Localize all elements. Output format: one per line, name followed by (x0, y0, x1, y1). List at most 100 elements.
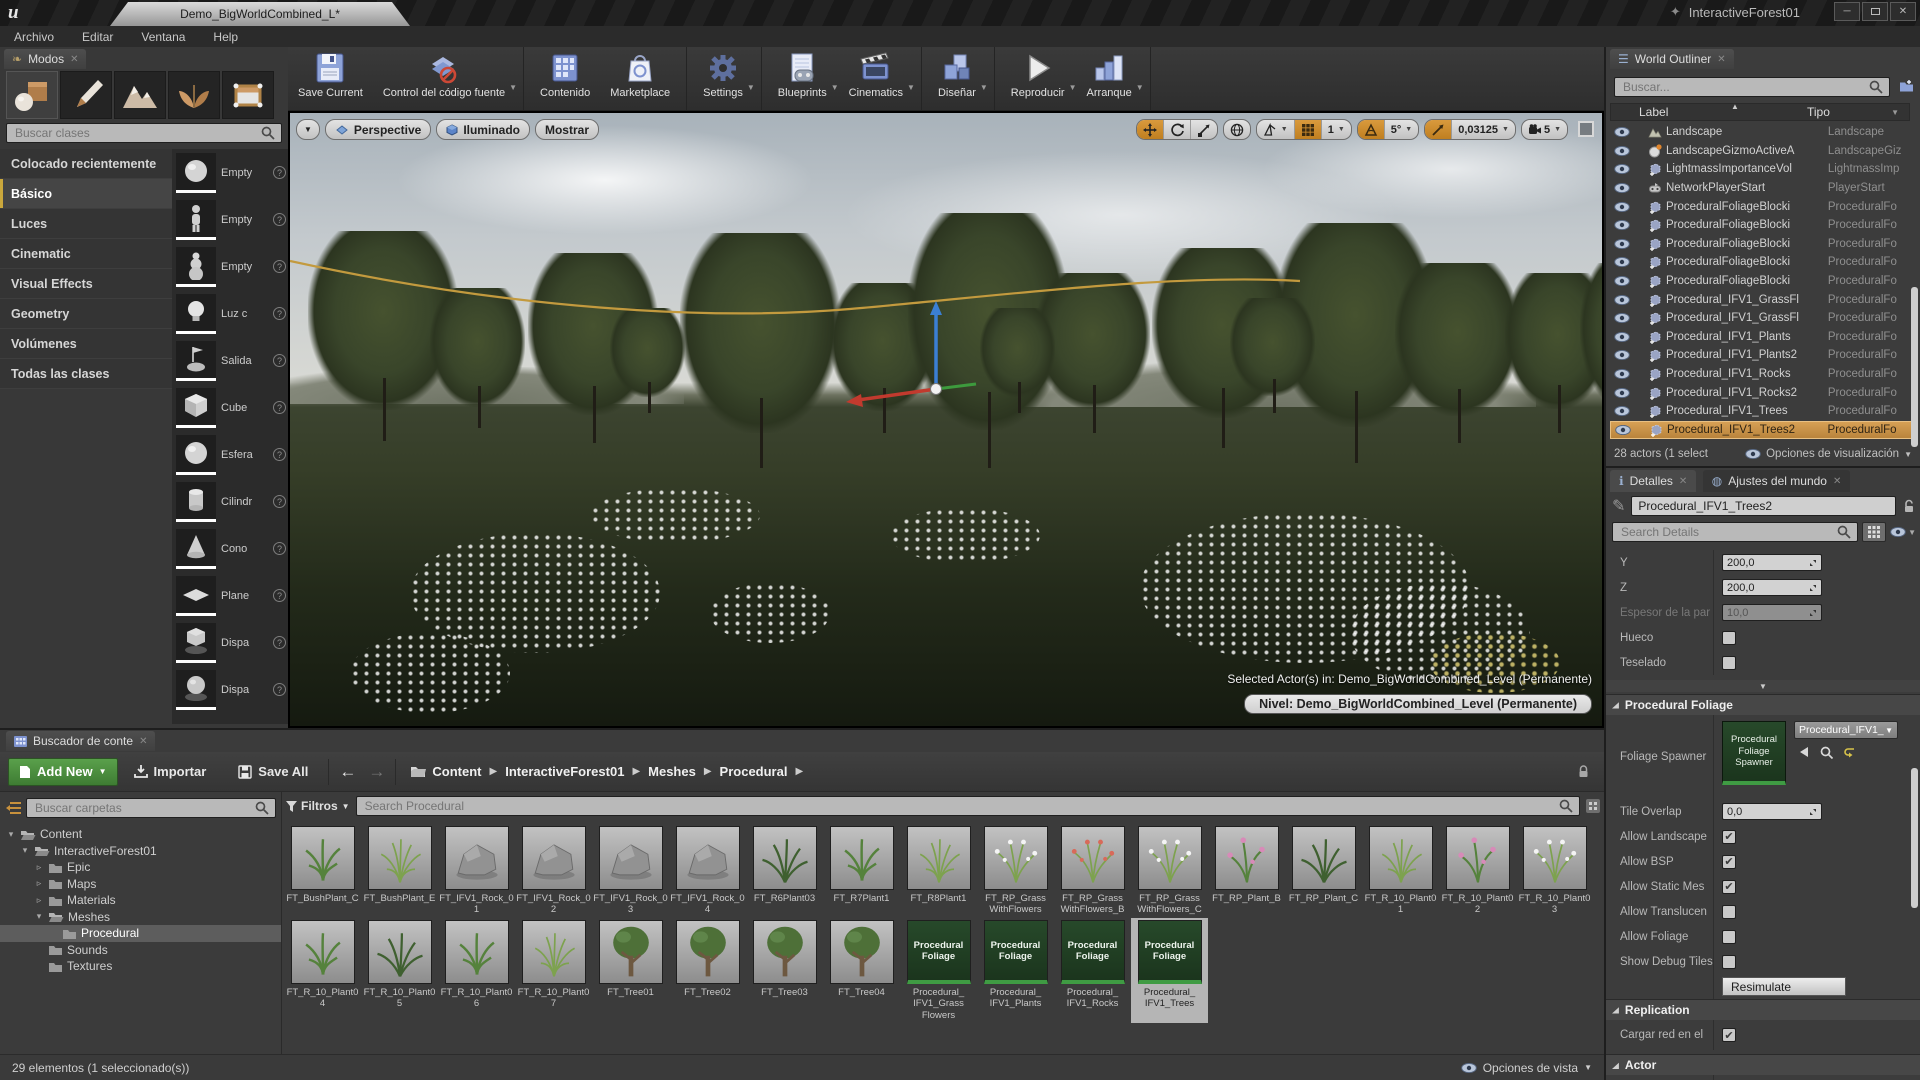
settings-button[interactable]: Settings (693, 47, 753, 110)
outliner-row[interactable]: ProceduralFoliageBlockiProceduralFo (1610, 216, 1918, 235)
outliner-row[interactable]: Procedural_IFV1_Plants2ProceduralFo (1610, 346, 1918, 365)
section-header-replication[interactable]: ◢Replication (1606, 999, 1920, 1020)
browse-to-icon[interactable] (1820, 746, 1833, 759)
perspective-button[interactable]: Perspective (325, 119, 431, 140)
property-matrix-icon[interactable] (1862, 522, 1886, 542)
eye-icon[interactable] (1614, 276, 1630, 286)
translate-tool[interactable] (1137, 120, 1163, 139)
folder-search[interactable] (26, 798, 276, 818)
outliner-row[interactable]: Procedural_IFV1_GrassFlProceduralFo (1610, 309, 1918, 328)
asset-ft-rp-grass-withflowers-c[interactable]: FT_RP_Grass WithFlowers_C (1131, 824, 1208, 918)
outliner-scrollbar[interactable] (1911, 287, 1918, 447)
eye-icon[interactable] (1614, 369, 1630, 379)
number-field[interactable]: 10,0 (1722, 604, 1822, 621)
asset-ft-tree03[interactable]: FT_Tree03 (746, 918, 823, 1023)
paint-mode-icon[interactable] (60, 71, 112, 119)
checkbox[interactable] (1722, 631, 1736, 645)
eye-icon[interactable] (1614, 202, 1630, 212)
close-icon[interactable]: ✕ (1717, 54, 1725, 65)
number-field[interactable]: 0,0 (1722, 803, 1822, 820)
eye-icon[interactable] (1614, 164, 1630, 174)
folder-maps[interactable]: ▹ Maps (0, 876, 281, 893)
asset-ft-tree02[interactable]: FT_Tree02 (669, 918, 746, 1023)
tab-world-settings[interactable]: ◍ Ajustes del mundo✕ (1703, 470, 1851, 492)
outliner-column-headers[interactable]: Label ▲ Tipo ▼ (1610, 103, 1910, 121)
help-icon[interactable]: ? (273, 589, 286, 602)
help-icon[interactable]: ? (273, 307, 286, 320)
outliner-row[interactable]: Procedural_IFV1_RocksProceduralFo (1610, 365, 1918, 384)
breadcrumb-content[interactable]: Content (432, 764, 481, 779)
breadcrumb-procedural[interactable]: Procedural (720, 764, 788, 779)
asset-ft-r-10-plant02[interactable]: FT_R_10_Plant02 (1439, 824, 1516, 918)
outliner-row[interactable]: Procedural_IFV1_GrassFlProceduralFo (1610, 290, 1918, 309)
column-filter-icon[interactable]: ▼ (1891, 108, 1899, 117)
viewport[interactable]: ▼ Perspective Iluminado Mostrar ▼1▼5°▼0,… (288, 111, 1604, 728)
marketplace-button[interactable]: Marketplace (600, 47, 680, 110)
eye-icon[interactable] (1614, 146, 1630, 156)
eye-icon[interactable] (1614, 388, 1630, 398)
viewport-scene[interactable]: ▼ Perspective Iluminado Mostrar ▼1▼5°▼0,… (290, 113, 1602, 726)
scale-snap-toggle[interactable] (1425, 120, 1451, 139)
asset-ft-rp-plant-b[interactable]: FT_RP_Plant_B (1208, 824, 1285, 918)
details-expander[interactable]: ▼ (1606, 680, 1920, 692)
display-filter-eye-icon[interactable]: ▼ (1890, 527, 1916, 537)
checkbox[interactable]: ✔ (1722, 1028, 1736, 1042)
folder-epic[interactable]: ▹ Epic (0, 859, 281, 876)
help-icon[interactable]: ? (273, 166, 286, 179)
lit-mode-button[interactable]: Iluminado (436, 119, 530, 140)
placeable-item-salida[interactable]: Salida? (172, 337, 288, 384)
back-icon[interactable]: ← (333, 762, 362, 782)
cinematics-button[interactable]: Cinematics (839, 47, 913, 110)
placeable-item-empty[interactable]: Empty? (172, 149, 288, 196)
view-options-button[interactable]: Opciones de vista▼ (1461, 1061, 1592, 1075)
class-category-vol-menes[interactable]: Volúmenes (0, 329, 172, 359)
control-del-c-digo-fuente-button[interactable]: Control del código fuente (373, 47, 515, 110)
rotate-tool[interactable] (1163, 120, 1190, 139)
asset-procedural-ifv1-plants[interactable]: Procedural Foliage SpawnerProcedural_ IF… (977, 918, 1054, 1023)
dise-ar-button[interactable]: Diseñar (928, 47, 986, 110)
place-mode-icon[interactable] (6, 71, 58, 119)
rotation-snap-value[interactable]: 5°▼ (1384, 120, 1418, 139)
foliage-mode-icon[interactable] (168, 71, 220, 119)
placeable-item-esfera[interactable]: Esfera? (172, 431, 288, 478)
help-icon[interactable]: ? (273, 213, 286, 226)
placeable-item-empty[interactable]: Empty? (172, 243, 288, 290)
placeable-item-cilindr[interactable]: Cilindr? (172, 478, 288, 525)
folder-meshes[interactable]: ▾ Meshes (0, 909, 281, 926)
geometry-mode-icon[interactable] (222, 71, 274, 119)
asset-ft-rp-grass-withflowers[interactable]: FT_RP_Grass WithFlowers (977, 824, 1054, 918)
asset-ft-r-10-plant05[interactable]: FT_R_10_Plant05 (361, 918, 438, 1023)
menu-help[interactable]: Help (199, 26, 252, 47)
add-new-button[interactable]: Add New▼ (8, 758, 118, 786)
outliner-row[interactable]: ProceduralFoliageBlockiProceduralFo (1610, 197, 1918, 216)
asset-ft-bushplant-e[interactable]: FT_BushPlant_E (361, 824, 438, 918)
close-icon[interactable]: ✕ (70, 54, 78, 65)
saved-search-icon[interactable] (1586, 799, 1600, 813)
outliner-row[interactable]: ProceduralFoliageBlockiProceduralFo (1610, 253, 1918, 272)
number-field[interactable]: 200,0 (1722, 554, 1822, 571)
placeable-item-dispa[interactable]: Dispa? (172, 619, 288, 666)
class-category-luces[interactable]: Luces (0, 209, 172, 239)
eye-icon[interactable] (1614, 239, 1630, 249)
class-category-todas-las-clases[interactable]: Todas las clases (0, 359, 172, 389)
folder-materials[interactable]: ▹ Materials (0, 892, 281, 909)
outliner-row[interactable]: ProceduralFoliageBlockiProceduralFo (1610, 235, 1918, 254)
create-folder-icon[interactable] (1899, 79, 1914, 93)
show-button[interactable]: Mostrar (535, 119, 599, 140)
landscape-mode-icon[interactable] (114, 71, 166, 119)
placeable-item-empty[interactable]: Empty? (172, 196, 288, 243)
eye-icon[interactable] (1614, 127, 1630, 137)
maximize-viewport-icon[interactable] (1578, 121, 1594, 137)
grid-snap-toggle[interactable] (1294, 120, 1321, 139)
camera-speed[interactable]: 5▼ (1522, 120, 1567, 139)
asset-ft-ifv1-rock-01[interactable]: FT_IFV1_Rock_01 (438, 824, 515, 918)
outliner-row[interactable]: Procedural_IFV1_Rocks2ProceduralFo (1610, 383, 1918, 402)
asset-ft-r8plant1[interactable]: FT_R8Plant1 (900, 824, 977, 918)
eye-icon[interactable] (1614, 350, 1630, 360)
eye-icon[interactable] (1614, 257, 1630, 267)
asset-ft-r-10-plant01[interactable]: FT_R_10_Plant01 (1362, 824, 1439, 918)
scale-tool[interactable] (1190, 120, 1217, 139)
breadcrumb-meshes[interactable]: Meshes (648, 764, 696, 779)
tab-world-outliner[interactable]: ☰ World Outliner✕ (1610, 49, 1734, 69)
foliage-spawner-thumbnail[interactable]: Procedural Foliage Spawner (1722, 721, 1786, 785)
